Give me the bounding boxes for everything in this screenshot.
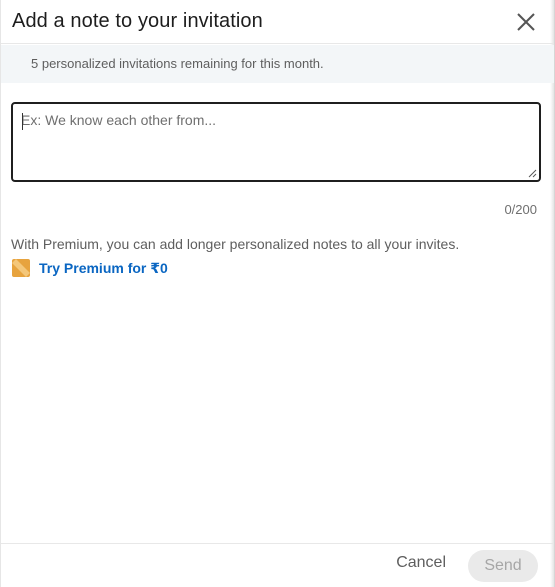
dialog-edge-shadow: [550, 0, 554, 587]
dialog-footer: Cancel Send: [1, 543, 554, 587]
dialog-header: Add a note to your invitation: [1, 0, 554, 44]
send-button[interactable]: Send: [468, 550, 538, 582]
try-premium-label[interactable]: Try Premium for ₹0: [39, 260, 168, 277]
resize-grip-icon[interactable]: [528, 169, 537, 178]
invitation-note-dialog: Add a note to your invitation 5 personal…: [0, 0, 555, 587]
close-icon: [517, 13, 535, 31]
character-counter: 0/200: [504, 202, 537, 217]
dialog-title: Add a note to your invitation: [12, 10, 263, 32]
note-field[interactable]: [11, 102, 541, 182]
premium-description: With Premium, you can add longer persona…: [11, 236, 460, 252]
invitations-remaining-banner: 5 personalized invitations remaining for…: [1, 45, 554, 83]
note-input[interactable]: [13, 104, 539, 180]
cancel-button[interactable]: Cancel: [392, 549, 450, 577]
premium-badge-icon: [12, 259, 30, 277]
try-premium-link[interactable]: Try Premium for ₹0: [12, 259, 168, 277]
close-button[interactable]: [516, 12, 536, 32]
invitations-remaining-text: 5 personalized invitations remaining for…: [31, 56, 324, 71]
text-cursor: [22, 113, 23, 130]
